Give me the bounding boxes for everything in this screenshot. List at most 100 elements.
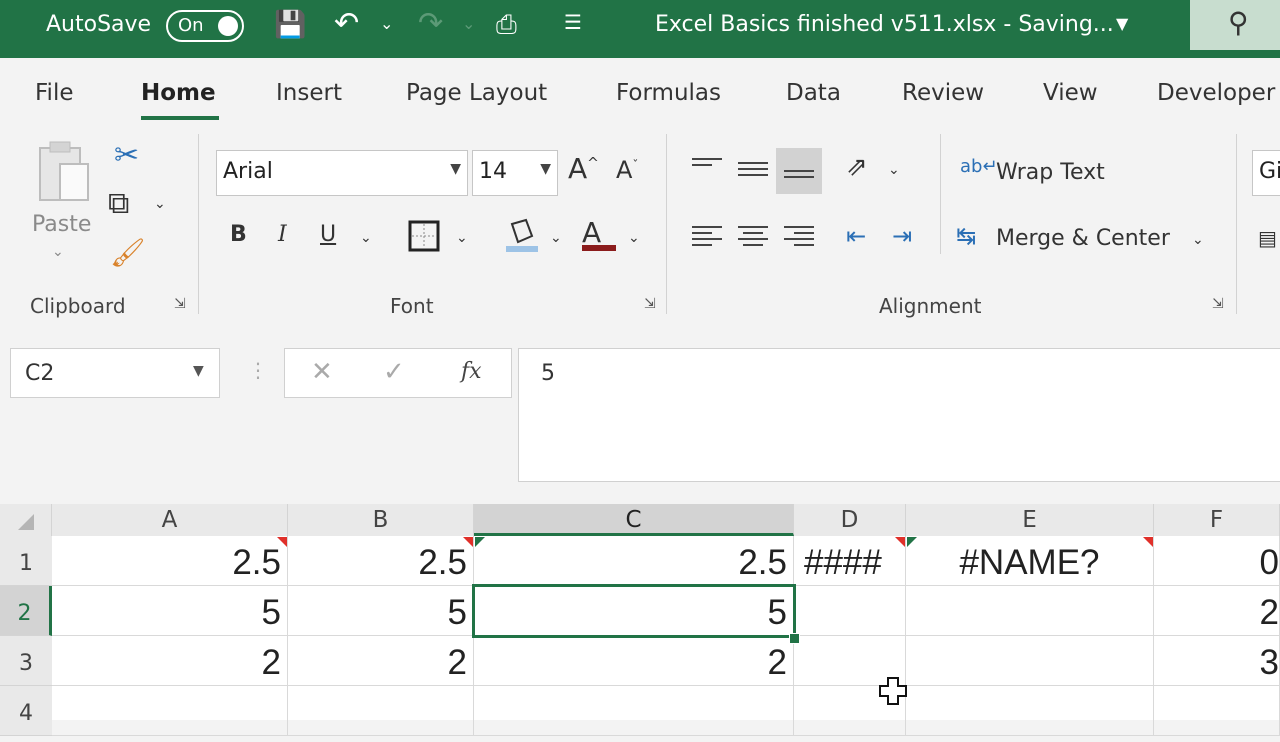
cut-icon[interactable]: ✂ xyxy=(114,138,139,173)
number-format-select[interactable]: Gi xyxy=(1252,150,1280,196)
align-left-icon[interactable] xyxy=(692,222,722,246)
cell-f3[interactable]: 3 xyxy=(1154,636,1280,686)
cell-b3[interactable]: 2 xyxy=(288,636,474,686)
underline-dropdown-icon[interactable]: ⌄ xyxy=(360,230,372,246)
merge-dropdown-icon[interactable]: ⌄ xyxy=(1192,232,1204,248)
align-bottom-button[interactable] xyxy=(776,148,822,194)
bold-button[interactable]: B xyxy=(230,222,247,247)
row-header-4[interactable]: 4 xyxy=(0,686,52,736)
cell-a2[interactable]: 5 xyxy=(52,586,288,636)
borders-icon[interactable] xyxy=(408,220,440,258)
tab-formulas[interactable]: Formulas xyxy=(616,80,721,106)
undo-icon[interactable]: ↶ xyxy=(334,6,359,41)
name-box-value: C2 xyxy=(25,361,55,386)
format-painter-icon[interactable]: 🖌 xyxy=(110,236,146,269)
align-center-icon[interactable] xyxy=(738,222,768,246)
save-icon[interactable]: 💾 xyxy=(274,10,306,40)
undo-dropdown-icon[interactable]: ⌄ xyxy=(380,14,393,33)
italic-button[interactable]: I xyxy=(278,222,287,247)
cell-e1[interactable]: #NAME? xyxy=(906,536,1154,586)
font-color-dropdown-icon[interactable]: ⌄ xyxy=(628,230,640,246)
select-all-corner[interactable] xyxy=(0,504,52,536)
fill-color-dropdown-icon[interactable]: ⌄ xyxy=(550,230,562,246)
wrap-text-button[interactable]: Wrap Text xyxy=(996,160,1105,185)
autosave-toggle[interactable]: On xyxy=(166,10,244,42)
cell-a1[interactable]: 2.5 xyxy=(52,536,288,586)
orientation-icon[interactable]: ⇗ xyxy=(846,152,868,182)
column-header-a[interactable]: A xyxy=(52,504,288,536)
decrease-font-size-icon[interactable]: Aˇ xyxy=(616,156,638,184)
tab-page-layout[interactable]: Page Layout xyxy=(406,80,547,106)
comment-marker xyxy=(277,537,287,547)
alignment-launcher-icon[interactable]: ⇲ xyxy=(1212,296,1224,312)
redo-dropdown-icon: ⌄ xyxy=(462,14,476,33)
font-launcher-icon[interactable]: ⇲ xyxy=(644,296,656,312)
font-color-icon[interactable]: A xyxy=(582,216,616,251)
fill-handle[interactable] xyxy=(789,633,800,644)
tab-insert[interactable]: Insert xyxy=(276,80,342,106)
paste-button[interactable] xyxy=(36,140,94,204)
title-dropdown-icon[interactable]: ▼ xyxy=(1116,14,1128,33)
column-header-c[interactable]: C xyxy=(474,504,794,536)
cell-b1[interactable]: 2.5 xyxy=(288,536,474,586)
align-middle-icon[interactable] xyxy=(738,158,768,182)
insert-function-icon[interactable]: fx xyxy=(461,359,482,384)
cell-f1[interactable]: 0 xyxy=(1154,536,1280,586)
cancel-icon[interactable]: ✕ xyxy=(311,357,333,387)
chevron-down-icon: ▼ xyxy=(540,161,551,177)
tab-review[interactable]: Review xyxy=(902,80,984,106)
group-divider xyxy=(666,134,667,314)
font-name-select[interactable]: Arial ▼ xyxy=(216,150,468,196)
column-header-d[interactable]: D xyxy=(794,504,906,536)
cell-e3[interactable] xyxy=(906,636,1154,686)
column-header-e[interactable]: E xyxy=(906,504,1154,536)
cell-d1[interactable]: #### xyxy=(794,536,906,586)
print-preview-icon[interactable]: ⎙ xyxy=(496,10,517,41)
currency-icon[interactable]: ▤ xyxy=(1258,226,1277,250)
cell-c3[interactable]: 2 xyxy=(474,636,794,686)
tab-home[interactable]: Home xyxy=(141,80,216,106)
cell-c4[interactable] xyxy=(474,686,794,736)
copy-icon[interactable]: ⧉ xyxy=(108,186,129,221)
copy-dropdown-icon[interactable]: ⌄ xyxy=(154,196,166,212)
tab-developer[interactable]: Developer xyxy=(1157,80,1275,106)
cell-b2[interactable]: 5 xyxy=(288,586,474,636)
redo-icon: ↷ xyxy=(418,6,444,41)
font-size-select[interactable]: 14 ▼ xyxy=(472,150,558,196)
orientation-dropdown-icon[interactable]: ⌄ xyxy=(888,162,900,178)
column-header-b[interactable]: B xyxy=(288,504,474,536)
align-top-icon[interactable] xyxy=(692,154,722,178)
search-button[interactable]: ⚲ xyxy=(1190,0,1280,50)
cell-f2[interactable]: 2 xyxy=(1154,586,1280,636)
tab-data[interactable]: Data xyxy=(786,80,841,106)
enter-icon[interactable]: ✓ xyxy=(383,357,405,387)
increase-indent-icon[interactable]: ⇥ xyxy=(892,222,912,250)
cell-a4[interactable] xyxy=(52,686,288,736)
row-header-2[interactable]: 2 xyxy=(0,586,52,636)
underline-button[interactable]: U xyxy=(320,222,336,247)
decrease-indent-icon[interactable]: ⇤ xyxy=(846,222,866,250)
customize-qat-icon[interactable]: ☰ xyxy=(564,10,582,34)
clipboard-launcher-icon[interactable]: ⇲ xyxy=(174,296,186,312)
paste-dropdown-icon[interactable]: ⌄ xyxy=(52,244,64,260)
cell-a3[interactable]: 2 xyxy=(52,636,288,686)
cell-c1[interactable]: 2.5 xyxy=(474,536,794,586)
cell-b4[interactable] xyxy=(288,686,474,736)
name-box[interactable]: C2 ▼ xyxy=(10,348,220,398)
cell-e2[interactable] xyxy=(906,586,1154,636)
tab-file[interactable]: File xyxy=(35,80,74,106)
increase-font-size-icon[interactable]: A^ xyxy=(568,152,599,185)
fill-color-icon[interactable] xyxy=(504,216,538,262)
formula-input[interactable]: 5 xyxy=(518,348,1280,482)
row-header-3[interactable]: 3 xyxy=(0,636,52,686)
merge-center-button[interactable]: Merge & Center xyxy=(996,226,1170,251)
cell-f4[interactable] xyxy=(1154,686,1280,736)
row-header-1[interactable]: 1 xyxy=(0,536,52,586)
worksheet-grid[interactable]: A B C D E F 1 2 3 4 2.5 2.5 2.5 #### #NA… xyxy=(0,504,1280,736)
tab-view[interactable]: View xyxy=(1043,80,1098,106)
align-right-icon[interactable] xyxy=(784,222,814,246)
cell-e4[interactable] xyxy=(906,686,1154,736)
column-header-f[interactable]: F xyxy=(1154,504,1280,536)
borders-dropdown-icon[interactable]: ⌄ xyxy=(456,230,468,246)
cell-d2[interactable] xyxy=(794,586,906,636)
